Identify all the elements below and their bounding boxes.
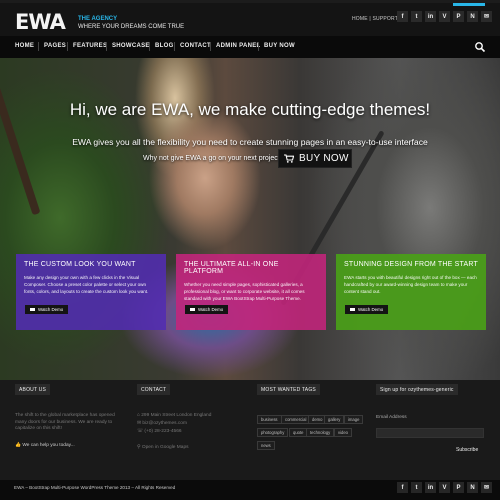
main-nav: HOME PAGES FEATURES SHOWCASE BLOG CONTAC… xyxy=(0,36,500,58)
tag-commercial[interactable]: commercial xyxy=(281,415,311,424)
nav-divider xyxy=(210,42,211,51)
header-social-icons: f t in V P N ✉ xyxy=(397,11,492,22)
top-links: HOME | SUPPORT xyxy=(352,16,398,22)
tag-gallery[interactable]: gallery xyxy=(324,415,345,424)
facebook-icon[interactable]: f xyxy=(397,11,408,22)
feature-box-stunning-design: STUNNING DESIGN FROM THE START EWA start… xyxy=(336,254,486,330)
nav-item-blog[interactable]: BLOG xyxy=(155,43,174,49)
nav-item-home[interactable]: HOME xyxy=(15,43,34,49)
logo-text: EWA xyxy=(15,10,66,34)
bottom-bar: EWA – BootStrap Multi-Purpose WordPress … xyxy=(0,480,500,500)
twitter-icon[interactable]: t xyxy=(411,482,422,493)
watch-demo-button[interactable]: Watch Demo xyxy=(185,305,229,314)
twitter-icon[interactable]: t xyxy=(411,11,422,22)
watch-demo-label: Watch Demo xyxy=(358,307,384,312)
feature-box-all-in-one: THE ULTIMATE ALL-IN ONE PLATFORM Whether… xyxy=(176,254,326,330)
email-icon[interactable]: ✉ xyxy=(481,482,492,493)
tag-news[interactable]: news xyxy=(257,441,275,450)
support-link[interactable]: SUPPORT xyxy=(373,16,398,22)
feature-title: STUNNING DESIGN FROM THE START xyxy=(344,261,478,268)
subscribe-button[interactable]: Subscribe xyxy=(456,447,478,453)
flickr-icon[interactable]: N xyxy=(467,11,478,22)
tag-technology[interactable]: technology xyxy=(306,428,335,437)
tag-business[interactable]: business xyxy=(257,415,282,424)
vimeo-icon[interactable]: V xyxy=(439,482,450,493)
nav-divider xyxy=(149,42,150,51)
pinterest-icon[interactable]: P xyxy=(453,482,464,493)
contact-address: ⌂ 299 Main Street London England xyxy=(137,413,212,418)
feature-title: THE CUSTOM LOOK YOU WANT xyxy=(24,261,136,268)
search-icon[interactable] xyxy=(474,41,486,53)
flickr-icon[interactable]: N xyxy=(467,482,478,493)
tag-image[interactable]: image xyxy=(344,415,364,424)
linkedin-icon[interactable]: in xyxy=(425,482,436,493)
site-tagline: THE AGENCY WHERE YOUR DREAMS COME TRUE xyxy=(78,15,184,31)
watch-demo-button[interactable]: Watch Demo xyxy=(345,305,389,314)
about-text: The shift to the global marketplace has … xyxy=(15,413,115,432)
nav-divider xyxy=(67,42,68,51)
watch-demo-button[interactable]: Watch Demo xyxy=(25,305,69,314)
contact-address-text: 299 Main Street London England xyxy=(141,413,212,418)
feature-box-custom-look: THE CUSTOM LOOK YOU WANT Make any design… xyxy=(16,254,166,330)
video-camera-icon xyxy=(190,307,195,312)
contact-phone-text: (+0) 28-223-4566 xyxy=(144,429,182,434)
nav-divider xyxy=(38,42,39,51)
buy-now-label: BUY NOW xyxy=(299,153,349,164)
nav-divider xyxy=(106,42,107,51)
nav-item-buy-now[interactable]: BUY NOW xyxy=(264,43,295,49)
tagline-title: THE AGENCY xyxy=(78,16,118,22)
help-link-label: We can help you today... xyxy=(22,443,75,448)
footer-heading-tags: MOST WANTED TAGS xyxy=(257,384,320,395)
email-input[interactable] xyxy=(376,428,484,438)
linkedin-icon[interactable]: in xyxy=(425,11,436,22)
cart-icon xyxy=(284,154,294,163)
hero-subtitle: EWA gives you all the flexibility you ne… xyxy=(72,137,428,147)
watch-demo-label: Watch Demo xyxy=(38,307,64,312)
tag-photography[interactable]: photography xyxy=(257,428,289,437)
contact-email-text: biz@ozythemes.com xyxy=(142,421,187,426)
feature-text: Make any design your own with a few clic… xyxy=(24,275,149,295)
home-link[interactable]: HOME xyxy=(352,16,368,22)
contact-phone: ☏ (+0) 28-223-4566 xyxy=(137,429,182,434)
video-camera-icon xyxy=(30,307,35,312)
feature-title: THE ULTIMATE ALL-IN ONE PLATFORM xyxy=(184,261,279,275)
tagline-subtitle: WHERE YOUR DREAMS COME TRUE xyxy=(78,24,185,30)
nav-divider xyxy=(174,42,175,51)
tag-quote[interactable]: quote xyxy=(289,428,308,437)
accent-line xyxy=(453,3,485,6)
tag-video[interactable]: video xyxy=(334,428,353,437)
nav-item-pages[interactable]: PAGES xyxy=(44,43,66,49)
nav-item-features[interactable]: FEATURES xyxy=(73,43,107,49)
watch-demo-label: Watch Demo xyxy=(198,307,224,312)
hero-title: Hi, we are EWA, we make cutting-edge the… xyxy=(69,100,431,119)
nav-item-contact[interactable]: CONTACT xyxy=(180,43,211,49)
nav-item-showcase[interactable]: SHOWCASE xyxy=(112,43,150,49)
hero-slider: Hi, we are EWA, we make cutting-edge the… xyxy=(0,58,500,380)
contact-email[interactable]: ✉ biz@ozythemes.com xyxy=(137,421,187,428)
video-camera-icon xyxy=(350,307,355,312)
nav-divider xyxy=(258,42,259,51)
feature-text: EWA starts you with beautiful designs ri… xyxy=(344,275,477,295)
hero-cta-text: Why not give EWA a go on your next proje… xyxy=(143,155,284,162)
top-header: EWA THE AGENCY WHERE YOUR DREAMS COME TR… xyxy=(0,0,500,36)
footer-heading-contact: CONTACT xyxy=(137,384,171,395)
footer-social-icons: f t in V P N ✉ xyxy=(397,482,492,493)
pinterest-icon[interactable]: P xyxy=(453,11,464,22)
nav-item-admin-panel[interactable]: ADMIN PANEL xyxy=(216,43,261,49)
google-maps-link-label: Open in Google Maps xyxy=(141,445,189,450)
help-link[interactable]: 👍 We can help you today... xyxy=(15,443,75,450)
footer-heading-signup: Sign up for ozythemes-generic xyxy=(376,384,458,395)
google-maps-link[interactable]: ⚲ Open in Google Maps xyxy=(137,445,189,452)
email-label: Email Address xyxy=(376,415,407,420)
facebook-icon[interactable]: f xyxy=(397,482,408,493)
vimeo-icon[interactable]: V xyxy=(439,11,450,22)
footer-heading-about: ABOUT US xyxy=(15,384,51,395)
site-logo[interactable]: EWA xyxy=(15,10,71,34)
feature-text: Whether you need simple pages, sophistic… xyxy=(184,282,305,302)
buy-now-button[interactable]: BUY NOW xyxy=(278,149,352,168)
copyright-text: EWA – BootStrap Multi-Purpose WordPress … xyxy=(14,485,176,490)
email-icon[interactable]: ✉ xyxy=(481,11,492,22)
